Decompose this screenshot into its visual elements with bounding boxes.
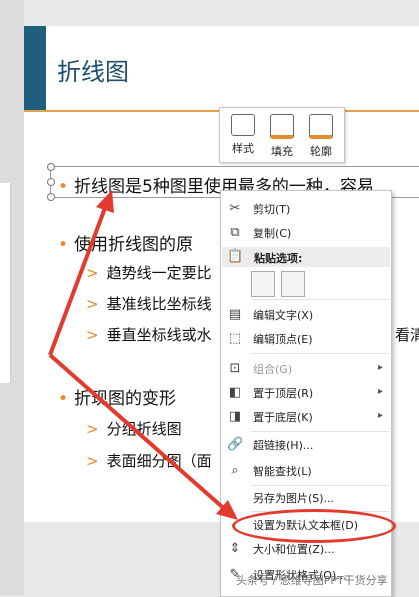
highlight-ellipse [232,509,396,543]
red-arrowhead [96,190,114,213]
red-arrow-down [48,353,230,514]
annotation-arrows [48,190,238,520]
red-arrow-up [48,199,110,356]
watermark: 头条号 / 思维导图PPT干货分享 [236,574,388,587]
